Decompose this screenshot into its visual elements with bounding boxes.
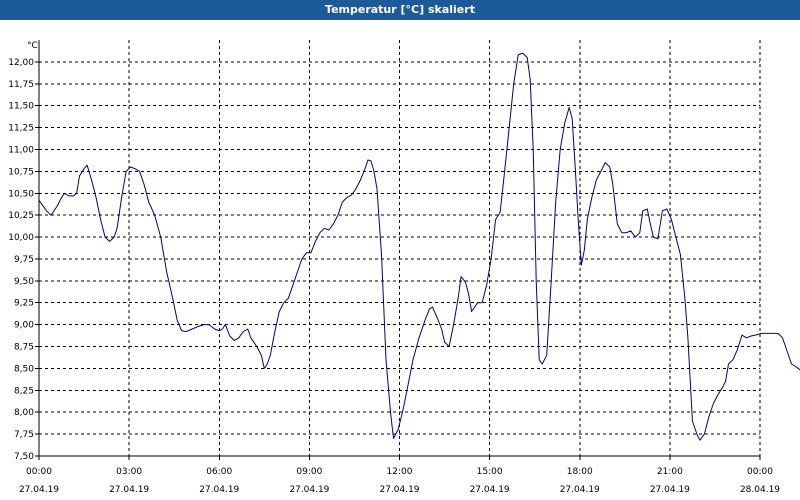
- x-tick-time-label: 00:00: [26, 467, 52, 477]
- x-tick-time-label: 09:00: [296, 467, 322, 477]
- y-tick-label: 7,50: [14, 452, 34, 462]
- y-tick-label: 8,25: [14, 386, 34, 396]
- line-chart: 7,50 7,75 8,00 8,25 8,50 8,75 9,00 9,25 9,50 9,75…: [0, 20, 800, 500]
- y-tick-label: 8,75: [14, 343, 34, 353]
- x-tick-time-label: 15:00: [477, 467, 503, 477]
- chart-window: Temperatur [°C] skaliert 7,50 7,75 8,00 8,2…: [0, 0, 800, 500]
- y-tick-label: 11,00: [8, 145, 34, 155]
- y-tick-label: 11,75: [8, 80, 34, 90]
- x-tick-date-label: 27.04.19: [289, 485, 329, 495]
- x-tick-date-label: 27.04.19: [109, 485, 149, 495]
- plot-background: [0, 20, 800, 500]
- y-tick-label: 12,00: [8, 58, 34, 68]
- y-tick-label: 10,00: [8, 233, 34, 243]
- y-tick-label: 9,00: [14, 321, 34, 331]
- x-tick-time-label: 06:00: [206, 467, 232, 477]
- y-tick-label: 10,50: [8, 189, 34, 199]
- y-axis-unit-label: °C: [27, 41, 38, 51]
- y-tick-label: 11,50: [8, 102, 34, 112]
- y-tick-label: 11,25: [8, 124, 34, 134]
- x-tick-date-label: 27.04.19: [19, 485, 59, 495]
- y-tick-label: 9,25: [14, 299, 34, 309]
- x-tick-date-label: 27.04.19: [199, 485, 239, 495]
- y-tick-label: 8,00: [14, 408, 34, 418]
- x-tick-date-label: 27.04.19: [560, 485, 600, 495]
- x-tick-time-label: 18:00: [567, 467, 593, 477]
- x-tick-date-label: 27.04.19: [650, 485, 690, 495]
- y-tick-label: 10,25: [8, 211, 34, 221]
- y-tick-label: 10,75: [8, 167, 34, 177]
- x-tick-time-label: 21:00: [657, 467, 683, 477]
- x-tick-time-label: 03:00: [116, 467, 142, 477]
- y-tick-label: 9,50: [14, 277, 34, 287]
- x-tick-date-label: 27.04.19: [470, 485, 510, 495]
- chart-title: Temperatur [°C] skaliert: [0, 0, 800, 20]
- x-tick-time-label: 12:00: [387, 467, 413, 477]
- x-tick-date-label: 28.04.19: [740, 485, 780, 495]
- x-tick-time-label: 00:00: [747, 467, 773, 477]
- y-tick-label: 9,75: [14, 255, 34, 265]
- y-tick-label: 8,50: [14, 364, 34, 374]
- y-tick-label: 7,75: [14, 430, 34, 440]
- x-tick-date-label: 27.04.19: [379, 485, 419, 495]
